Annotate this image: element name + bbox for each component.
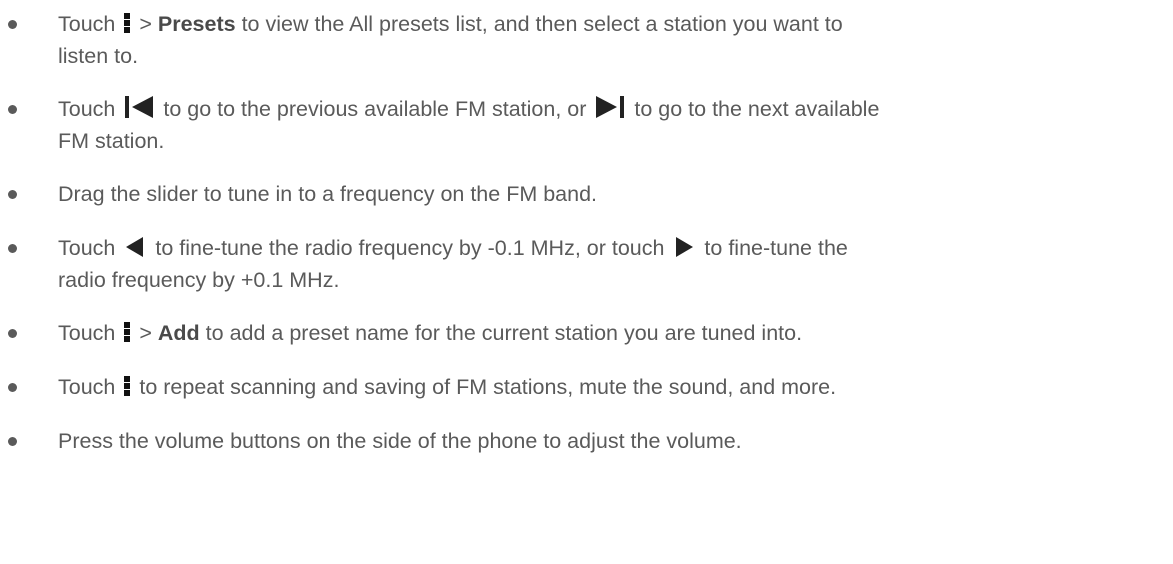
bullet-icon <box>8 437 17 446</box>
text-gt: > <box>139 12 152 36</box>
bullet-icon <box>8 383 17 392</box>
bullet-list: Touch > Presets to view the All presets … <box>0 0 1173 564</box>
bullet-icon <box>8 20 17 29</box>
list-item-text: Touch > Presets to view the All presets … <box>58 8 1163 72</box>
text-line-2: listen to. <box>58 44 139 68</box>
list-item-text: Touch to repeat scanning and saving of F… <box>58 371 1163 403</box>
text-touch: Touch <box>58 97 116 121</box>
text-touch: Touch <box>58 236 116 260</box>
text-rest: to add a preset name for the current sta… <box>205 321 803 345</box>
text-rest: to repeat scanning and saving of FM stat… <box>139 375 837 399</box>
text-line-2: radio frequency by +0.1 MHz. <box>58 268 340 292</box>
previous-station-icon <box>123 95 155 119</box>
bullet-icon <box>8 244 17 253</box>
list-item-text: Touch to fine-tune the radio frequency b… <box>58 232 1163 296</box>
list-item-text: Touch to go to the previous available FM… <box>58 93 1163 157</box>
text-rest: to view the All presets list, and then s… <box>241 12 843 36</box>
text-add: Add <box>157 321 200 345</box>
text-line-1: Drag the slider to tune in to a frequenc… <box>58 182 598 206</box>
menu-icon <box>123 12 131 34</box>
text-rest: to go to the next available <box>634 97 880 121</box>
fine-tune-down-icon <box>123 236 147 258</box>
text-touch: Touch <box>58 375 116 399</box>
menu-icon <box>123 375 131 397</box>
bullet-icon <box>8 329 17 338</box>
text-line-1: Press the volume buttons on the side of … <box>58 429 742 453</box>
list-item-text: Drag the slider to tune in to a frequenc… <box>58 178 1163 210</box>
text-line-2: FM station. <box>58 129 165 153</box>
text-rest: to fine-tune the <box>704 236 848 260</box>
text-mid: to fine-tune the radio frequency by -0.1… <box>155 236 665 260</box>
text-presets: Presets <box>157 12 236 36</box>
text-touch: Touch <box>58 12 116 36</box>
text-gt: > <box>139 321 152 345</box>
bullet-icon <box>8 105 17 114</box>
fine-tune-up-icon <box>672 236 696 258</box>
text-mid: to go to the previous available FM stati… <box>163 97 587 121</box>
list-item-text: Press the volume buttons on the side of … <box>58 425 1163 457</box>
list-item-text: Touch > Add to add a preset name for the… <box>58 317 1163 349</box>
next-station-icon <box>594 95 626 119</box>
menu-icon <box>123 321 131 343</box>
bullet-icon <box>8 190 17 199</box>
text-touch: Touch <box>58 321 116 345</box>
